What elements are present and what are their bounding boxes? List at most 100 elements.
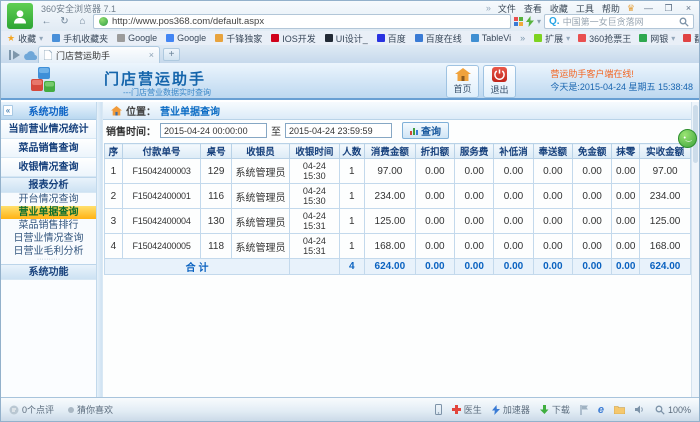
- filter-bar: 销售时间： 至 查询: [103, 120, 691, 141]
- sidebar-item-2[interactable]: 收银情况查询: [1, 158, 96, 177]
- menu-item-3[interactable]: 工具: [576, 2, 594, 15]
- app-home-button[interactable]: 首页: [446, 65, 479, 98]
- cell: 04-24 15:30: [290, 159, 339, 184]
- web-page: 门店营运助手 ---门店营业数据实时查询 首页 退出 营: [1, 63, 699, 399]
- bookmarks-bar: ★收藏▾ 手机收藏夹 Google Google 千锋独家 IOS开发 UI设计_ 百度百度在…: [1, 31, 699, 45]
- toolbar-tool-1[interactable]: 360抢票王: [578, 32, 631, 45]
- bookmark-3[interactable]: Google: [166, 33, 206, 43]
- menu-item-2[interactable]: 收藏: [550, 2, 568, 15]
- sidebar-collapse-icon[interactable]: «: [3, 105, 13, 116]
- sidebar-item-0[interactable]: 当前营业情况统计: [1, 120, 96, 139]
- bookmark-favicon: ★: [7, 34, 15, 42]
- close-button[interactable]: ×: [682, 3, 695, 14]
- bookmark-favicon: [578, 34, 586, 42]
- total-cell: 624.00: [364, 259, 415, 275]
- restore-button[interactable]: ❐: [662, 3, 675, 14]
- column-header-12: 抹零: [612, 144, 640, 159]
- sidebar-item-6[interactable]: 菜品销售排行: [1, 219, 96, 232]
- menu-item-0[interactable]: 文件: [498, 2, 516, 15]
- chart-bars-icon: [410, 127, 418, 135]
- cell: 系统管理员: [231, 234, 289, 259]
- sidebar-item-10[interactable]: 系统功能: [1, 264, 96, 280]
- sidebar-header: « 系统功能: [1, 102, 96, 120]
- search-icon[interactable]: [679, 17, 689, 27]
- cell: [290, 259, 339, 275]
- bookmark-4[interactable]: 千锋独家: [215, 32, 262, 45]
- bookmark-2[interactable]: Google: [117, 33, 157, 43]
- reviews-status[interactable]: 0个点评: [9, 403, 54, 416]
- date-to-input[interactable]: [285, 123, 392, 138]
- tab-close-icon[interactable]: ×: [149, 50, 154, 60]
- date-from-input[interactable]: [160, 123, 267, 138]
- new-tab-button[interactable]: +: [163, 48, 180, 61]
- url-text: http://www.pos368.com/default.aspx: [112, 16, 264, 27]
- minimize-button[interactable]: —: [642, 3, 655, 14]
- bookmark-favicon: [683, 34, 691, 42]
- user-avatar[interactable]: [7, 3, 33, 29]
- speaker-icon[interactable]: [635, 405, 645, 414]
- column-header-0: 序: [105, 144, 123, 159]
- vip-crown-icon[interactable]: ♛: [627, 3, 635, 14]
- cloud-sync-icon[interactable]: [22, 47, 38, 61]
- page-doctor[interactable]: 医生: [452, 403, 482, 416]
- bookmark-label: TableVi: [482, 33, 511, 43]
- app-logout-button[interactable]: 退出: [483, 65, 516, 98]
- sidebar-item-4[interactable]: 开台情况查询: [1, 193, 96, 206]
- session-restore-icon[interactable]: [6, 47, 22, 61]
- bookmark-8[interactable]: 百度在线: [415, 32, 462, 45]
- bookmark-1[interactable]: 手机收藏夹: [52, 32, 108, 45]
- bookmark-9[interactable]: TableVi: [471, 33, 511, 43]
- cell: F15042400005: [122, 234, 201, 259]
- customer-service-float-button[interactable]: •‿: [678, 129, 697, 148]
- app-home-label: 首页: [453, 82, 471, 95]
- cell: 1: [339, 159, 364, 184]
- bookmark-7[interactable]: 百度: [377, 32, 406, 45]
- sidebar-item-7[interactable]: 日营业情况查询: [1, 232, 96, 245]
- bookmark-0[interactable]: ★收藏▾: [7, 32, 43, 45]
- search-box[interactable]: Q.: [544, 14, 694, 29]
- cell: 0.00: [455, 209, 494, 234]
- sidebar-item-3[interactable]: 报表分析: [1, 177, 96, 193]
- toolbar-tool-2[interactable]: 网银▾: [639, 32, 675, 45]
- total-cell: 0.00: [494, 259, 533, 275]
- total-cell: 0.00: [533, 259, 572, 275]
- menu-item-4[interactable]: 帮助: [602, 2, 620, 15]
- menu-overflow-icon[interactable]: »: [486, 3, 491, 13]
- tab-active[interactable]: 门店营运助手 ×: [38, 46, 160, 63]
- bookmarks-overflow-icon[interactable]: »: [520, 33, 525, 43]
- reviews-label: 0个点评: [22, 403, 54, 416]
- chevron-down-icon[interactable]: ▾: [537, 17, 541, 26]
- download-manager[interactable]: 下载: [540, 403, 570, 416]
- magnifier-icon: [655, 405, 665, 415]
- doctor-label: 医生: [464, 403, 482, 416]
- ie-mode-icon[interactable]: e: [598, 405, 604, 415]
- search-input[interactable]: [563, 17, 676, 27]
- toolbar-tool-0[interactable]: 扩展▾: [534, 32, 570, 45]
- table-row-3: 4F15042400005118系统管理员04-24 15:311168.000…: [105, 234, 691, 259]
- flag-icon[interactable]: [580, 405, 588, 415]
- toolbar-tool-3[interactable]: 翻译▾: [683, 32, 700, 45]
- bookmark-favicon: [117, 34, 125, 42]
- accelerator[interactable]: 加速器: [492, 403, 530, 416]
- phone-icon[interactable]: [435, 404, 442, 415]
- sales-report-table: 序付款单号桌号收银员收银时间人数消费金额折扣额服务费补低消奉送额免金额抹零实收金…: [104, 143, 691, 275]
- bookmark-5[interactable]: IOS开发: [271, 32, 316, 45]
- refresh-button[interactable]: ↻: [57, 15, 72, 29]
- home-button[interactable]: ⌂: [75, 15, 90, 29]
- cell: 0.00: [533, 159, 572, 184]
- house-icon: [455, 68, 471, 81]
- lightning-icon[interactable]: [526, 16, 534, 27]
- sidebar-item-5[interactable]: 营业单据查询: [1, 206, 96, 219]
- bookmark-6[interactable]: UI设计_: [325, 32, 368, 45]
- extensions-icon[interactable]: [514, 17, 523, 26]
- zoom-control[interactable]: 100%: [655, 405, 691, 415]
- back-button[interactable]: ←: [39, 15, 54, 29]
- bookmark-label: 翻译: [694, 32, 700, 45]
- folder-icon[interactable]: [614, 405, 625, 414]
- cell: 1: [339, 209, 364, 234]
- sidebar-item-1[interactable]: 菜品销售查询: [1, 139, 96, 158]
- guess-you-like[interactable]: 猜你喜欢: [68, 403, 113, 416]
- menu-item-1[interactable]: 查看: [524, 2, 542, 15]
- query-button[interactable]: 查询: [402, 122, 449, 139]
- address-bar[interactable]: http://www.pos368.com/default.aspx: [93, 14, 511, 29]
